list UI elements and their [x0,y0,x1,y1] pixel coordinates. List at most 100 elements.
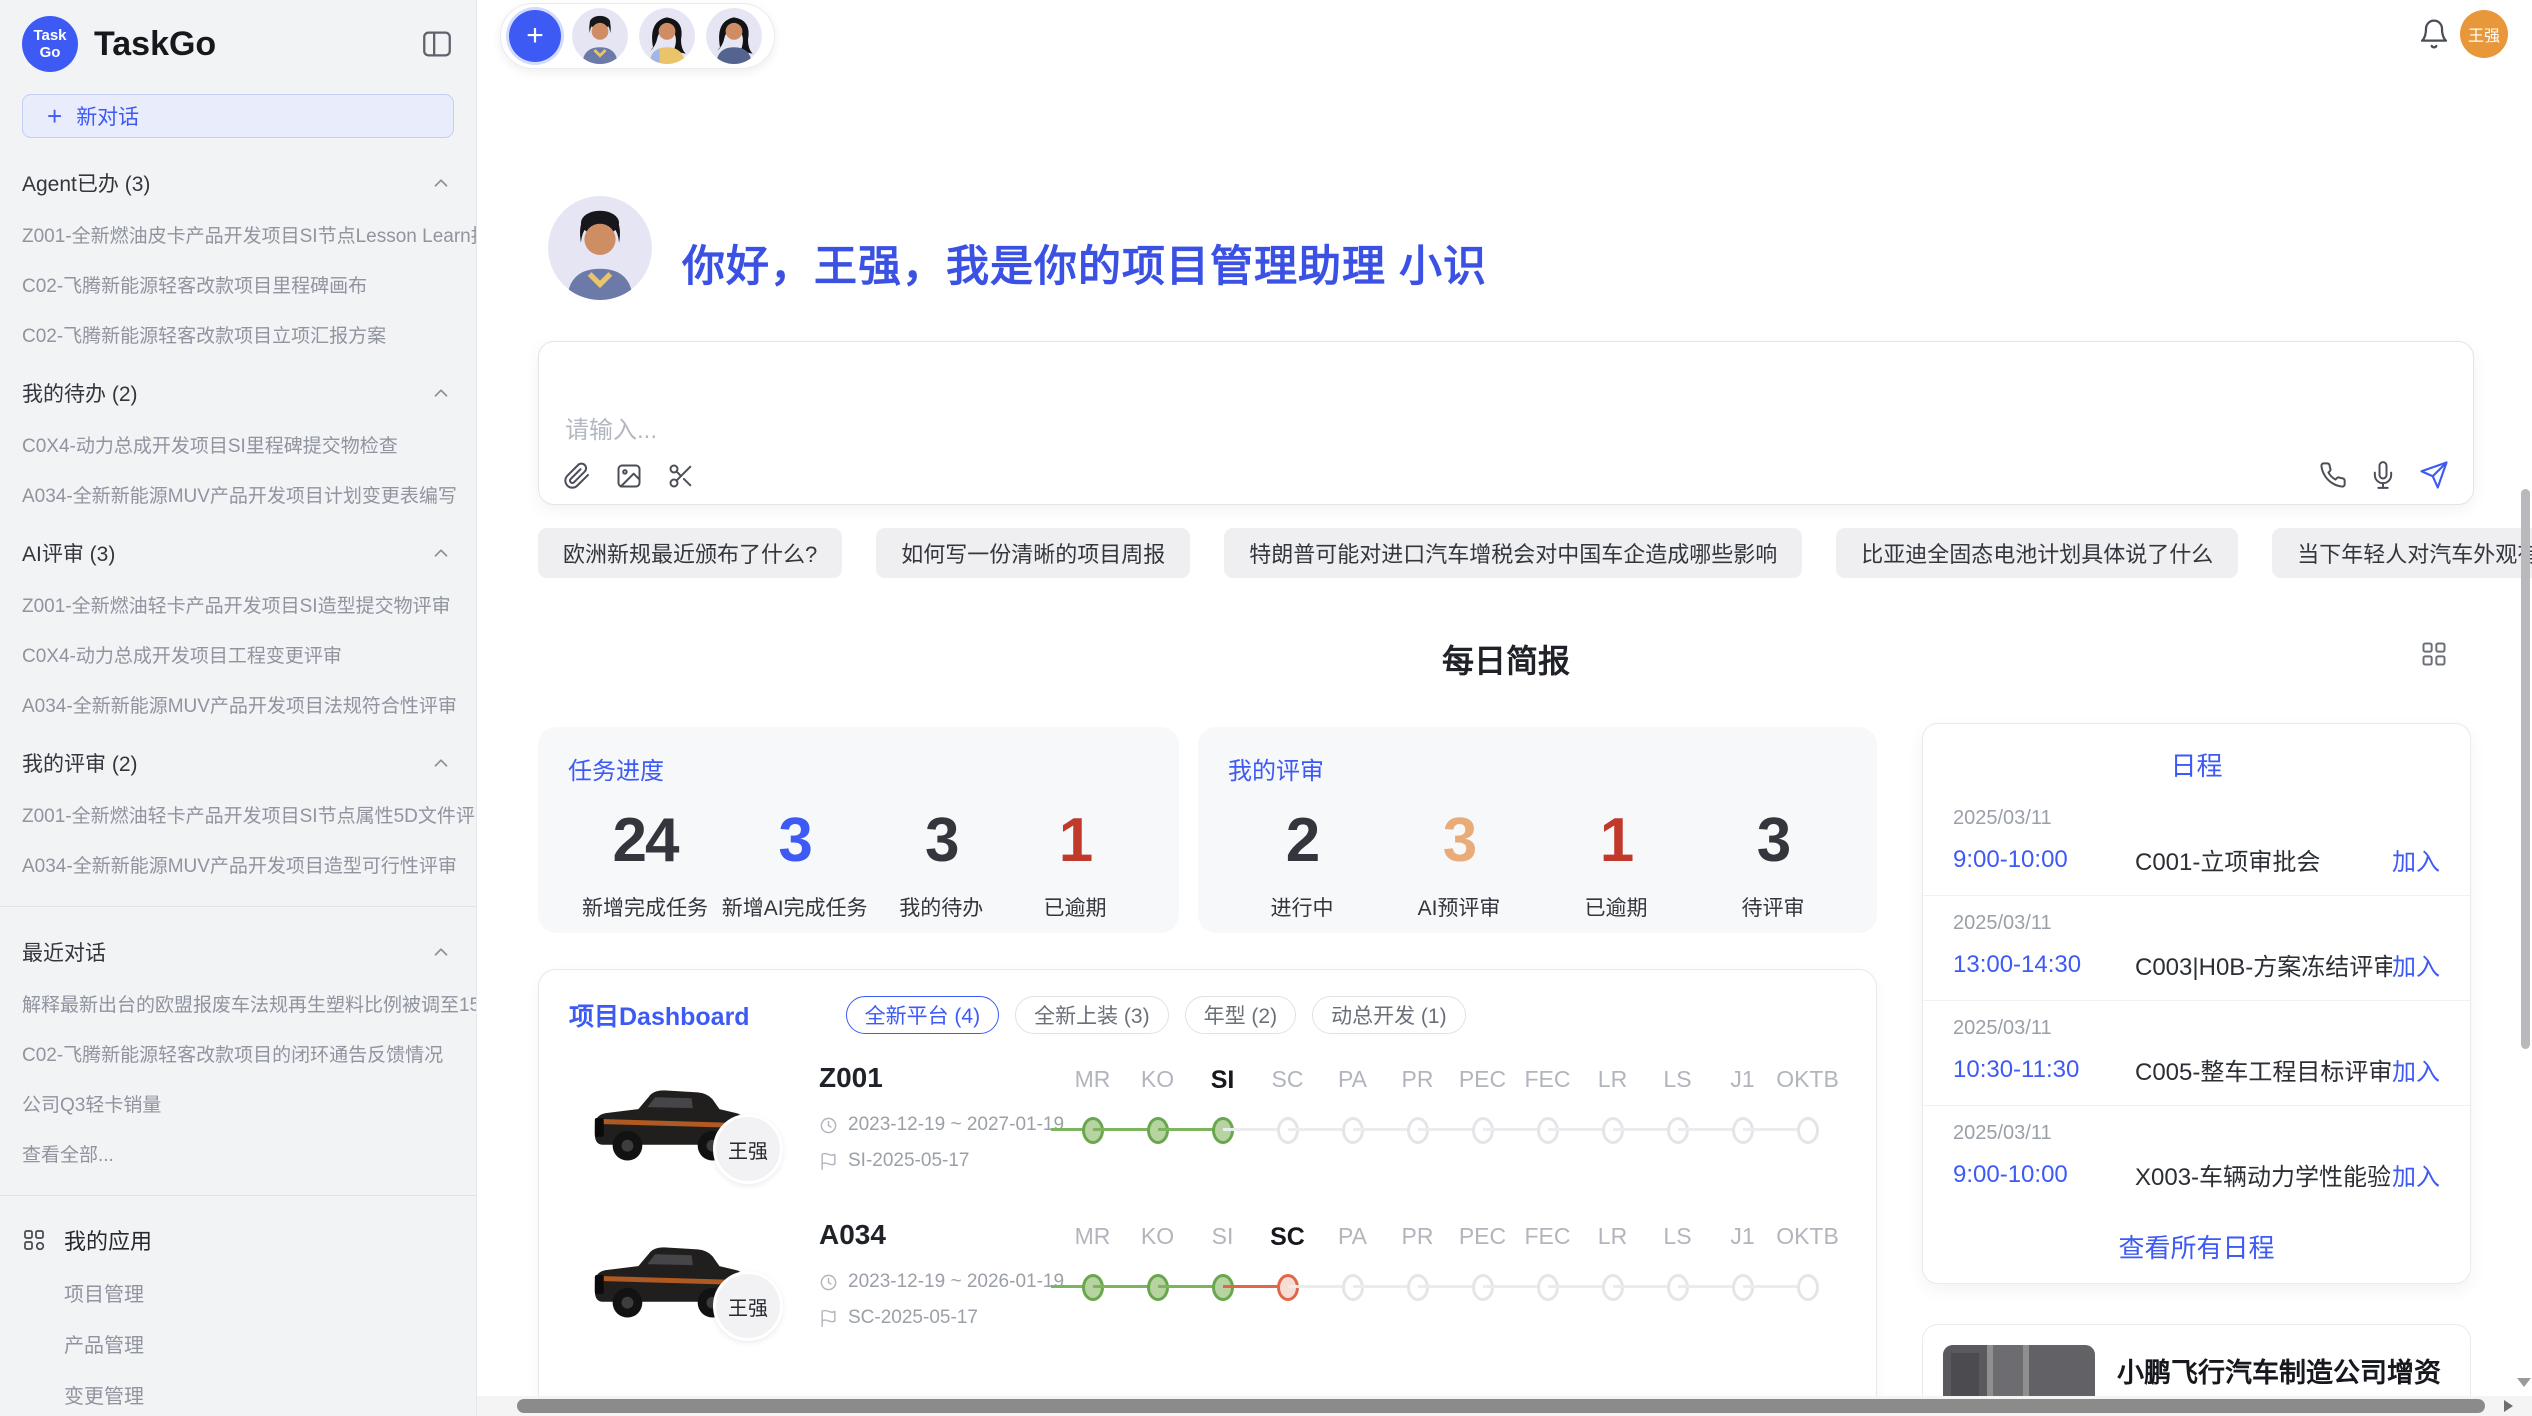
message-composer[interactable]: 请输入... [538,341,2474,505]
milestone-step [1775,1115,1840,1145]
stat-value: 1 [1556,804,1676,878]
recent-chat-item[interactable]: 公司Q3轻卡销量 [22,1090,476,1117]
apps-grid-icon [22,1228,46,1252]
suggestion-chips: 欧洲新规最近颁布了什么? 如何写一份清晰的项目周报特朗普可能对进口汽车增税会对中国… [538,528,2474,578]
milestone-label: LS [1645,1066,1710,1095]
composer-placeholder: 请输入... [565,410,657,445]
sidebar: Task Go TaskGo + 新对话 Agent已办 (3) Z001-全新燃… [0,0,477,1416]
milestone-dot-pending [1797,1117,1819,1144]
vertical-scrollbar-thumb[interactable] [2521,489,2530,1049]
notification-bell-icon[interactable] [2418,18,2450,50]
dashboard-tab[interactable]: 全新上装 (3) [1015,996,1169,1034]
dashboard-tab[interactable]: 年型 (2) [1185,996,1297,1034]
event-row: 9:00-10:00X003-车辆动力学性能验...加入 [1953,1157,2440,1192]
milestone-label: PEC [1450,1223,1515,1252]
suggestion-chip[interactable]: 当下年轻人对汽车外观有怎样的喜好趋势 [2272,528,2532,578]
add-agent-button[interactable]: + [509,10,561,62]
milestone-dot-pending [1797,1274,1819,1301]
sidebar-section-header: AI评审 (3) [22,538,452,568]
scissors-icon[interactable] [667,462,695,490]
project-flag-text: SI-2025-05-17 [848,1150,969,1172]
sidebar-item-my-apps[interactable]: 我的应用 [22,1224,452,1256]
event-time: 9:00-10:00 [1953,1161,2135,1189]
agent-avatar-3[interactable] [706,8,762,64]
sidebar-header: Task Go TaskGo [0,0,476,72]
join-button[interactable]: 加入 [2392,1052,2440,1087]
sidebar-section-header: 我的待办 (2) [22,378,452,408]
project-row[interactable]: 王强 Z001 2023-12-19 ~ 2027-01-19 SI-2025-05-… [567,1056,1850,1208]
join-button[interactable]: 加入 [2392,947,2440,982]
agent-avatar-1[interactable] [572,8,628,64]
milestone-track [1060,1272,1846,1302]
chevron-up-icon[interactable] [430,382,452,404]
project-row[interactable]: 王强A0342023-12-19 ~ 2026-01-19SC-2025-05-… [567,1213,1850,1365]
event-date: 2025/03/11 [1953,1122,2440,1145]
sidebar-item[interactable]: A034-全新新能源MUV产品开发项目造型可行性评审 [22,851,476,878]
sidebar-item[interactable]: A034-全新新能源MUV产品开发项目法规符合性评审 [22,691,476,718]
sidebar-item[interactable]: Z001-全新燃油轻卡产品开发项目SI节点属性5D文件评审 [22,801,476,828]
app-item[interactable]: 产品管理 [64,1329,476,1358]
scroll-down-arrow[interactable] [2517,1378,2531,1387]
sidebar-item[interactable]: Z001-全新燃油皮卡产品开发项目SI节点Lesson Learn报告 [22,221,476,248]
project-owner-badge: 王强 [713,1114,783,1184]
stat: 24新增完成任务 [582,804,708,922]
suggestion-chip[interactable]: 比亚迪全固态电池计划具体说了什么 [1836,528,2238,578]
app-item[interactable]: 变更管理 [64,1380,476,1409]
sidebar-collapse-icon[interactable] [420,27,454,61]
event-row: 9:00-10:00C001-立项审批会加入 [1953,842,2440,877]
chevron-up-icon[interactable] [430,172,452,194]
chevron-up-icon[interactable] [430,752,452,774]
sidebar-section-title: 最近对话 [22,937,106,967]
horizontal-scrollbar-thumb[interactable] [517,1399,2485,1413]
suggestion-chip[interactable]: 特朗普可能对进口汽车增税会对中国车企造成哪些影响 [1224,528,1802,578]
scroll-right-arrow[interactable] [2504,1400,2513,1412]
event-title: C001-立项审批会 [2135,842,2392,877]
stat-value: 2 [1242,804,1362,878]
event-title: C005-整车工程目标评审 [2135,1052,2392,1087]
chevron-up-icon[interactable] [430,941,452,963]
sidebar-section-header: 最近对话 [22,937,452,967]
stat-label: 待评审 [1713,892,1833,922]
sidebar-section-title: 我的待办 (2) [22,378,138,408]
agent-avatar-2[interactable] [639,8,695,64]
project-dates-text: 2023-12-19 ~ 2027-01-19 [848,1114,1064,1136]
event-title: C003|H0B-方案冻结评审 [2135,947,2392,982]
user-avatar[interactable]: 王强 [2460,10,2508,58]
app-item[interactable]: 项目管理 [64,1278,476,1307]
new-chat-button[interactable]: + 新对话 [22,94,454,138]
dashboard-tab[interactable]: 动总开发 (1) [1312,996,1466,1034]
suggestion-chip[interactable]: 欧洲新规最近颁布了什么? [538,528,842,578]
mic-icon[interactable] [2369,461,2397,489]
recent-chat-item[interactable]: C02-飞腾新能源轻客改款项目的闭环通告反馈情况 [22,1040,476,1067]
stat: 3我的待办 [881,804,1001,922]
image-icon[interactable] [615,462,643,490]
my-apps-label: 我的应用 [64,1224,452,1256]
join-button[interactable]: 加入 [2392,842,2440,877]
chevron-up-icon[interactable] [430,542,452,564]
clock-icon [819,1273,838,1292]
send-icon[interactable] [2419,460,2449,490]
sidebar-item[interactable]: C02-飞腾新能源轻客改款项目里程碑画布 [22,271,476,298]
phone-icon[interactable] [2319,461,2347,489]
join-button[interactable]: 加入 [2392,1157,2440,1192]
event-row: 13:00-14:30C003|H0B-方案冻结评审加入 [1953,947,2440,982]
view-all-link[interactable]: 查看全部... [22,1140,476,1167]
sidebar-item[interactable]: A034-全新新能源MUV产品开发项目计划变更表编写 [22,481,476,508]
layout-grid-icon[interactable] [2420,640,2448,668]
project-name: Z001 [819,1062,883,1094]
project-dates: 2023-12-19 ~ 2027-01-19 [819,1114,1064,1136]
sidebar-item[interactable]: C0X4-动力总成开发项目SI里程碑提交物检查 [22,431,476,458]
dashboard-tab[interactable]: 全新平台 (4) [846,996,1000,1034]
view-all-schedule-link[interactable]: 查看所有日程 [1923,1228,2470,1265]
recent-chat-item[interactable]: 解释最新出台的欧盟报废车法规再生塑料比例被调至15%... [22,990,476,1017]
schedule-event: 2025/03/1110:30-11:30C005-整车工程目标评审加入 [1923,1001,2470,1106]
project-dates-text: 2023-12-19 ~ 2026-01-19 [848,1271,1064,1293]
stat-label: 已逾期 [1015,892,1135,922]
suggestion-chip[interactable]: 如何写一份清晰的项目周报 [876,528,1190,578]
sidebar-item[interactable]: C02-飞腾新能源轻客改款项目立项汇报方案 [22,321,476,348]
attachment-icon[interactable] [563,462,591,490]
sidebar-item[interactable]: C0X4-动力总成开发项目工程变更评审 [22,641,476,668]
stat-value: 24 [582,804,708,878]
sidebar-section-title: Agent已办 (3) [22,168,150,198]
sidebar-item[interactable]: Z001-全新燃油轻卡产品开发项目SI造型提交物评审 [22,591,476,618]
